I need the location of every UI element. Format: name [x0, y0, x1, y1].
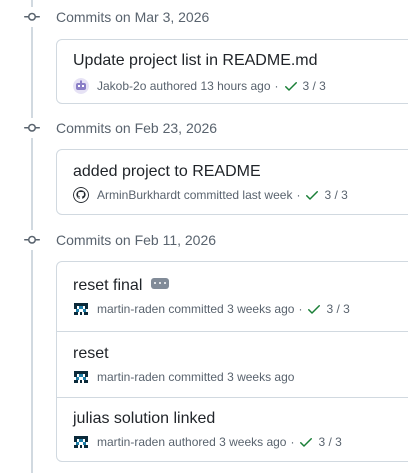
commit-author-link[interactable]: Jakob-2o — [97, 79, 146, 93]
robot-avatar-icon[interactable] — [73, 78, 89, 94]
meta-separator: · — [290, 435, 295, 449]
meta-separator: · — [274, 79, 279, 93]
commit-message-link[interactable]: added project to README — [73, 163, 261, 181]
commit-author-link[interactable]: martin-raden — [97, 302, 165, 316]
checks-count[interactable]: 3 / 3 — [303, 79, 326, 93]
commit-title-line: reset — [73, 345, 408, 363]
commit-meta: martin-raden committed 3 weeks ago · 3 /… — [73, 301, 408, 317]
octocat-avatar-icon[interactable] — [73, 187, 89, 203]
commit-title-line: Update project list in README.md — [73, 52, 408, 70]
commit-list-card: Update project list in README.md Jakob-2… — [56, 39, 408, 104]
commit-time[interactable]: last week — [242, 188, 292, 202]
checks-count[interactable]: 3 / 3 — [326, 302, 349, 316]
commit-time[interactable]: 3 weeks ago — [219, 435, 286, 449]
commit-group-header: Commits on Feb 11, 2026 — [22, 230, 216, 250]
checks-count[interactable]: 3 / 3 — [324, 188, 347, 202]
commit-row[interactable]: added project to README ArminBurkhardt c… — [57, 150, 408, 214]
commit-time[interactable]: 13 hours ago — [200, 79, 270, 93]
commit-meta: ArminBurkhardt committed last week · 3 /… — [73, 187, 408, 203]
commit-time[interactable]: 3 weeks ago — [227, 370, 294, 384]
commit-message-link[interactable]: julias solution linked — [73, 410, 215, 428]
pixel-avatar-icon[interactable] — [73, 301, 89, 317]
commit-title-line: reset final — [73, 277, 408, 295]
commit-row[interactable]: julias solution linked martin-raden auth… — [57, 397, 408, 461]
commit-action: committed — [168, 370, 224, 384]
commit-author-link[interactable]: martin-raden — [97, 435, 165, 449]
check-icon[interactable] — [298, 434, 314, 450]
commit-row[interactable]: reset final martin-raden committed 3 wee… — [57, 262, 408, 331]
commit-row[interactable]: reset martin-raden committed 3 weeks ago — [57, 331, 408, 397]
commit-title-line: added project to README — [73, 163, 408, 181]
meta-separator: · — [298, 302, 303, 316]
check-icon[interactable] — [306, 301, 322, 317]
commit-action: authored — [149, 79, 198, 93]
commit-group-date: Commits on Feb 11, 2026 — [56, 232, 217, 248]
commit-group-date: Commits on Feb 23, 2026 — [56, 120, 218, 136]
git-commit-icon — [22, 118, 42, 138]
commit-meta: martin-raden authored 3 weeks ago · 3 / … — [73, 434, 408, 450]
commit-title-line: julias solution linked — [73, 410, 408, 428]
commit-list-card: reset final martin-raden committed 3 wee… — [56, 261, 408, 462]
commit-row[interactable]: Update project list in README.md Jakob-2… — [57, 40, 408, 103]
pixel-avatar-icon[interactable] — [73, 434, 89, 450]
commit-meta: Jakob-2o authored 13 hours ago · 3 / 3 — [73, 78, 408, 94]
commit-author-link[interactable]: martin-raden — [97, 370, 165, 384]
commit-meta: martin-raden committed 3 weeks ago — [73, 369, 408, 385]
checks-count[interactable]: 3 / 3 — [318, 435, 341, 449]
check-icon[interactable] — [283, 78, 299, 94]
check-icon[interactable] — [304, 187, 320, 203]
git-commit-icon — [22, 230, 42, 250]
commit-author-link[interactable]: ArminBurkhardt — [97, 188, 180, 202]
commit-message-link[interactable]: Update project list in README.md — [73, 52, 318, 70]
commit-group-date: Commits on Mar 3, 2026 — [56, 9, 210, 25]
commit-action: committed — [168, 302, 224, 316]
commit-list-card: added project to README ArminBurkhardt c… — [56, 149, 408, 215]
meta-separator: · — [296, 188, 301, 202]
more-ellipsis-button[interactable] — [151, 277, 170, 289]
git-commit-icon — [22, 7, 42, 27]
commit-message-link[interactable]: reset final — [73, 277, 142, 295]
commit-action: committed — [183, 188, 240, 202]
commit-action: authored — [168, 435, 216, 449]
pixel-avatar-icon[interactable] — [73, 369, 89, 385]
commit-time[interactable]: 3 weeks ago — [227, 302, 294, 316]
commit-group-header: Commits on Feb 23, 2026 — [22, 118, 217, 138]
commit-timeline: Commits on Mar 3, 2026 Update project li… — [0, 0, 408, 473]
commit-group-header: Commits on Mar 3, 2026 — [22, 7, 209, 27]
commit-message-link[interactable]: reset — [73, 345, 109, 363]
